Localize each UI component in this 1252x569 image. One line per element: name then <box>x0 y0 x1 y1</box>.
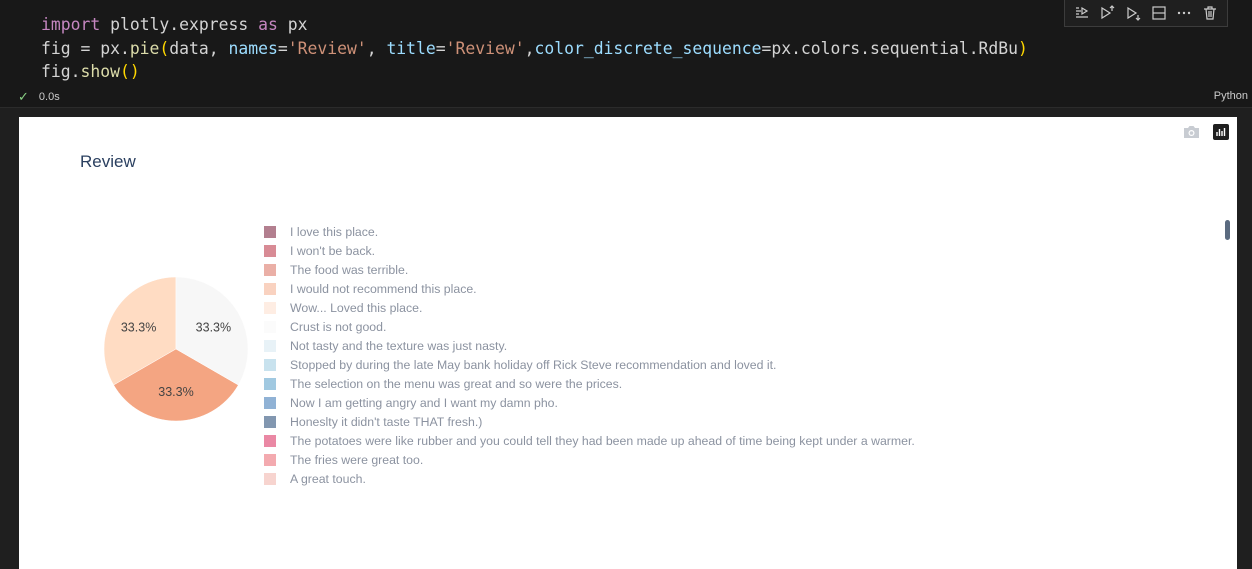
equals-sign: = <box>761 38 772 58</box>
legend-item[interactable]: I won't be back. <box>264 241 915 260</box>
legend-label: I would not recommend this place. <box>290 281 477 296</box>
show-parens: () <box>119 62 140 81</box>
legend-item[interactable]: The food was terrible. <box>264 260 915 279</box>
legend-swatch <box>264 339 276 352</box>
legend-label: I love this place. <box>290 224 379 239</box>
legend-label: Crust is not good. <box>290 319 387 334</box>
split-cell-icon[interactable] <box>1149 3 1169 23</box>
legend-item[interactable]: Now I am getting angry and I want my dam… <box>264 393 915 412</box>
execute-above-icon[interactable] <box>1097 3 1117 23</box>
import-keyword: import <box>41 15 101 34</box>
show-function: show <box>80 62 120 81</box>
code-editor[interactable]: import plotly.express as px fig = px.pie… <box>41 13 1028 84</box>
data-arg: data, <box>169 38 229 58</box>
cell-toolbar <box>1064 0 1228 27</box>
execution-status: ✓ 0.0s <box>18 89 60 105</box>
legend-item[interactable]: The selection on the menu was great and … <box>264 374 915 393</box>
success-check-icon: ✓ <box>18 89 29 104</box>
legend-swatch <box>264 301 276 314</box>
close-paren: ) <box>1018 38 1028 58</box>
legend-swatch <box>264 377 276 390</box>
legend-swatch <box>264 396 276 409</box>
fig-assign: fig = px. <box>41 38 130 58</box>
legend-label: The fries were great too. <box>290 452 424 467</box>
plotly-logo-icon[interactable] <box>1212 123 1229 140</box>
legend-swatch <box>264 320 276 333</box>
legend-swatch <box>264 263 276 276</box>
legend-label: Not tasty and the texture was just nasty… <box>290 338 508 353</box>
legend-label: Stopped by during the late May bank holi… <box>290 357 777 372</box>
plot-legend: I love this place. I won't be back. The fo… <box>264 222 915 488</box>
open-paren: ( <box>159 38 170 58</box>
legend-item[interactable]: Not tasty and the texture was just nasty… <box>264 336 915 355</box>
more-icon[interactable] <box>1174 3 1194 23</box>
legend-item[interactable]: The potatoes were like rubber and you co… <box>264 431 915 450</box>
legend-swatch <box>264 282 276 295</box>
legend-swatch <box>264 225 276 238</box>
legend-label: The selection on the menu was great and … <box>290 376 623 391</box>
slice-label: 33.3% <box>158 385 193 399</box>
execution-time: 0.0s <box>38 91 60 103</box>
legend-swatch <box>264 244 276 257</box>
code-line-1: import plotly.express as px <box>41 15 307 34</box>
legend-scrollbar[interactable] <box>1225 220 1230 240</box>
color-value: px.colors.sequential.RdBu <box>771 38 1019 58</box>
pie-function: pie <box>129 38 160 58</box>
module-name: plotly.express <box>100 15 259 34</box>
legend-swatch <box>264 472 276 485</box>
legend-item[interactable]: Wow... Loved this place. <box>264 298 915 317</box>
title-value: 'Review' <box>445 38 525 58</box>
legend-swatch <box>264 415 276 428</box>
legend-item[interactable]: The fries were great too. <box>264 450 915 469</box>
equals-sign: = <box>277 38 288 58</box>
camera-icon[interactable] <box>1183 123 1200 140</box>
legend-label: Now I am getting angry and I want my dam… <box>290 395 558 410</box>
legend-item[interactable]: Stopped by during the late May bank holi… <box>264 355 915 374</box>
names-value: 'Review' <box>287 38 367 58</box>
cell-output: Review 33.3% 33.3% 33.3% I love this place… <box>19 117 1237 569</box>
color-kwarg: color_discrete_sequence <box>534 38 762 58</box>
code-line-2: fig = px.pie(data, names='Review', title… <box>41 39 1028 58</box>
legend-label: I won't be back. <box>290 243 376 258</box>
equals-sign: = <box>435 38 446 58</box>
legend-item[interactable]: Crust is not good. <box>264 317 915 336</box>
comma: , <box>524 38 535 58</box>
legend-label: Honeslty it didn't taste THAT fresh.) <box>290 414 483 429</box>
legend-label: A great touch. <box>290 471 366 486</box>
plot-title: Review <box>80 152 136 171</box>
plot-modebar <box>1183 123 1229 140</box>
slice-label: 33.3% <box>196 320 231 334</box>
as-keyword: as <box>258 15 278 34</box>
legend-label: Wow... Loved this place. <box>290 300 423 315</box>
module-alias: px <box>277 15 308 34</box>
code-cell[interactable]: import plotly.express as px fig = px.pie… <box>0 0 1252 108</box>
cell-language[interactable]: Python <box>1214 90 1248 102</box>
delete-icon[interactable] <box>1200 3 1220 23</box>
code-line-3: fig.show() <box>41 62 140 81</box>
legend-item[interactable]: A great touch. <box>264 469 915 488</box>
slice-label: 33.3% <box>121 320 156 334</box>
execute-below-icon[interactable] <box>1123 3 1143 23</box>
title-kwarg: title <box>386 38 436 58</box>
comma: , <box>366 38 387 58</box>
fig-object: fig. <box>41 62 81 81</box>
legend-label: The food was terrible. <box>290 262 409 277</box>
run-by-line-icon[interactable] <box>1072 3 1092 23</box>
names-kwarg: names <box>228 38 278 58</box>
legend-item[interactable]: I love this place. <box>264 222 915 241</box>
legend-label: The potatoes were like rubber and you co… <box>290 433 915 448</box>
legend-swatch <box>264 358 276 371</box>
legend-swatch <box>264 453 276 466</box>
legend-swatch <box>264 434 276 447</box>
pie-chart[interactable]: 33.3% 33.3% 33.3% <box>99 276 259 426</box>
legend-item[interactable]: I would not recommend this place. <box>264 279 915 298</box>
legend-item[interactable]: Honeslty it didn't taste THAT fresh.) <box>264 412 915 431</box>
